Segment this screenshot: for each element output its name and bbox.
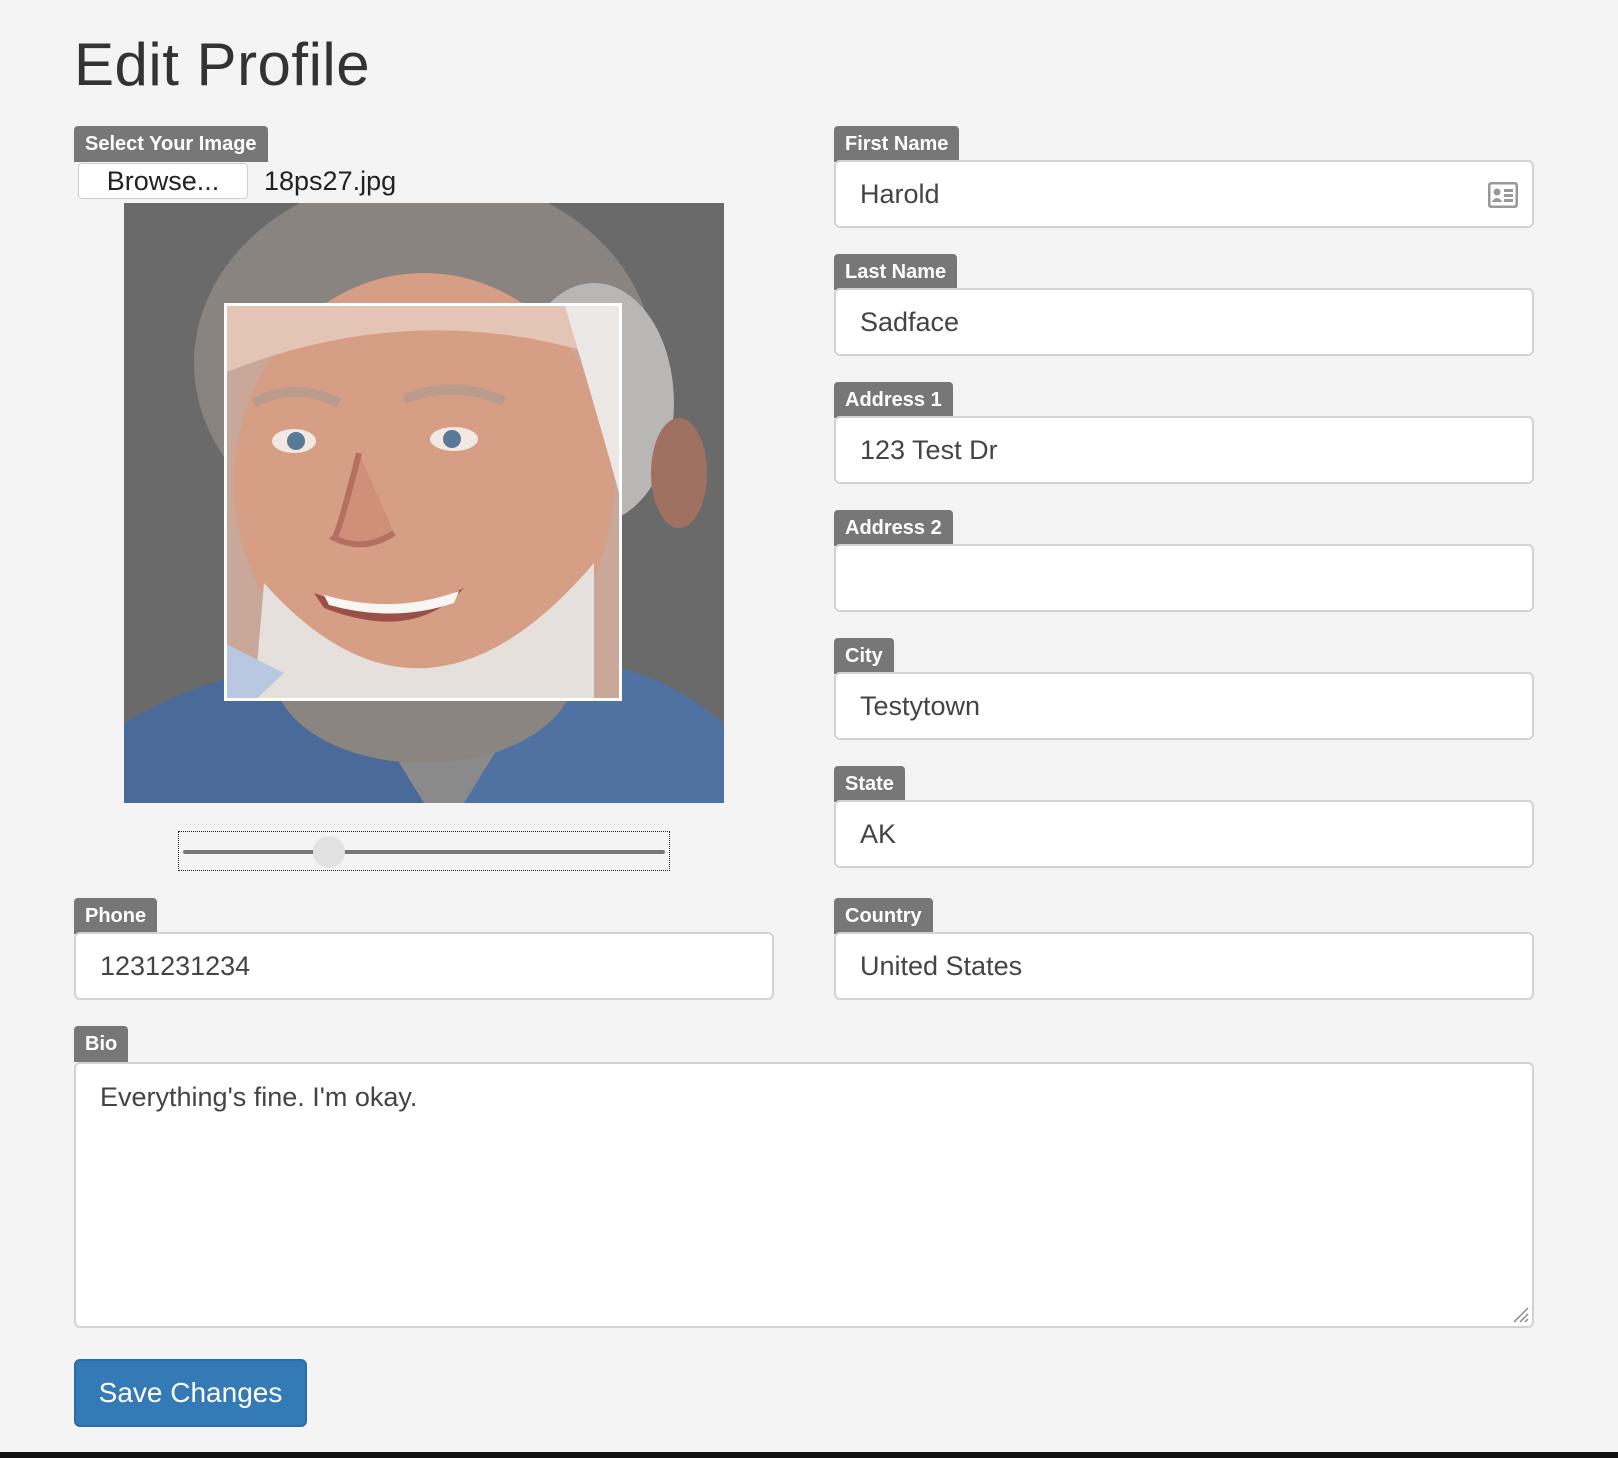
zoom-slider[interactable]	[178, 831, 670, 871]
bio-label: Bio	[74, 1026, 129, 1062]
resize-handle-icon[interactable]	[1510, 1304, 1530, 1324]
phone-input[interactable]: 1231231234	[74, 932, 774, 1000]
address1-input[interactable]: 123 Test Dr	[834, 416, 1534, 484]
state-value: AK	[860, 818, 897, 849]
image-picker-label: Select Your Image	[74, 126, 268, 162]
first-name-input[interactable]: Harold	[834, 160, 1534, 228]
address2-label: Address 2	[834, 510, 953, 546]
address1-value: 123 Test Dr	[860, 434, 998, 465]
slider-thumb[interactable]	[313, 836, 346, 868]
last-name-input[interactable]: Sadface	[834, 288, 1534, 356]
selected-file-name: 18ps27.jpg	[264, 166, 397, 196]
bottom-edge	[0, 1452, 1618, 1458]
last-name-value: Sadface	[860, 306, 960, 337]
country-value: United States	[860, 950, 1023, 981]
city-label: City	[834, 638, 894, 674]
address1-label: Address 1	[834, 382, 953, 418]
crop-frame[interactable]	[224, 303, 622, 701]
first-name-label: First Name	[834, 126, 960, 162]
address2-input[interactable]	[834, 544, 1534, 612]
save-changes-button[interactable]: Save Changes	[74, 1359, 307, 1427]
country-input[interactable]: United States	[834, 932, 1534, 1000]
bio-value: Everything's fine. I'm okay.	[100, 1082, 418, 1112]
phone-label: Phone	[74, 898, 158, 934]
bio-textarea[interactable]: Everything's fine. I'm okay.	[74, 1062, 1534, 1328]
first-name-value: Harold	[860, 178, 940, 209]
country-label: Country	[834, 898, 933, 934]
city-value: Testytown	[860, 690, 981, 721]
city-input[interactable]: Testytown	[834, 672, 1534, 740]
slider-track	[183, 850, 665, 854]
state-label: State	[834, 766, 905, 802]
contact-card-icon[interactable]	[1488, 182, 1518, 208]
state-input[interactable]: AK	[834, 800, 1534, 868]
page-title: Edit Profile	[74, 31, 371, 98]
phone-value: 1231231234	[100, 950, 251, 981]
browse-button[interactable]: Browse...	[78, 163, 248, 199]
last-name-label: Last Name	[834, 254, 958, 290]
profile-photo-cropper[interactable]	[124, 203, 724, 803]
